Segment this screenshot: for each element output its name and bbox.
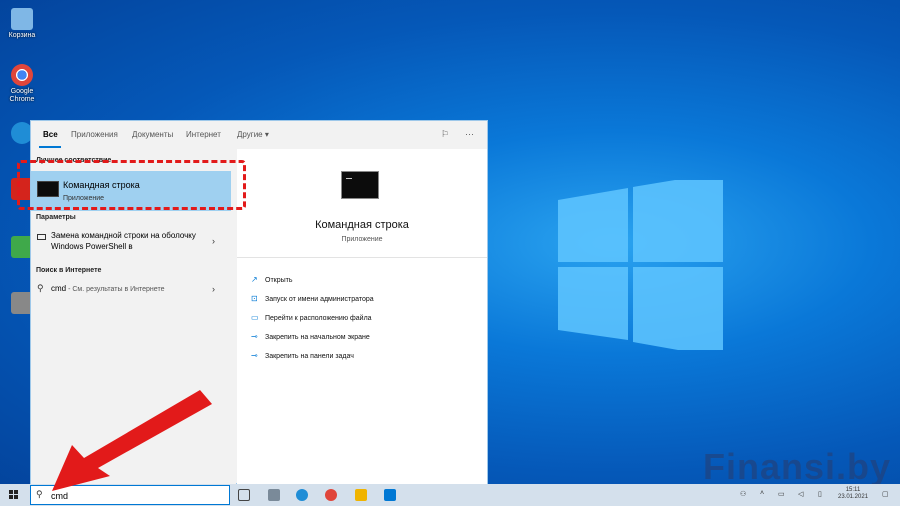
action-label: Запуск от имени администратора — [265, 296, 374, 303]
preview-subtitle: Приложение — [341, 236, 383, 243]
tab-all[interactable]: Все — [43, 130, 58, 139]
action-pin-start[interactable]: ⊸ Закрепить на начальном экране — [251, 332, 370, 341]
web-search-header: Поиск в Интернете — [36, 267, 102, 274]
notifications-icon[interactable]: ▢ — [882, 490, 889, 498]
tab-apps[interactable]: Приложения — [71, 130, 118, 139]
tab-internet[interactable]: Интернет — [186, 130, 221, 139]
chevron-right-icon: › — [212, 236, 215, 246]
tab-other-label: Другие — [237, 130, 263, 139]
feedback-icon[interactable]: ⚐ — [441, 129, 449, 140]
volume-icon[interactable]: ◁ — [798, 490, 803, 498]
divider — [237, 257, 487, 258]
watermark: Finansi.by — [703, 446, 892, 487]
clock[interactable]: 15:11 23.01.2021 — [838, 487, 868, 501]
action-open[interactable]: ↗ Открыть — [251, 275, 293, 284]
action-label: Закрепить на начальном экране — [265, 334, 370, 341]
admin-icon: ⊡ — [251, 294, 258, 303]
start-button[interactable] — [9, 490, 19, 500]
results-pane: Лучшее соответствие Командная строка При… — [31, 149, 236, 484]
store-icon[interactable] — [384, 489, 396, 501]
recycle-bin-icon[interactable]: Корзина — [5, 8, 39, 40]
language-icon[interactable]: ▯ — [818, 490, 822, 498]
chrome-icon[interactable] — [325, 489, 337, 501]
web-search-item[interactable]: ⚲ cmd - См. результаты в Интернете › — [31, 281, 231, 299]
chevron-right-icon: › — [212, 284, 215, 294]
preview-pane: Командная строка Приложение ↗ Открыть ⊡ За… — [237, 149, 487, 484]
action-run-as-admin[interactable]: ⊡ Запуск от имени администратора — [251, 294, 374, 303]
task-view-icon[interactable] — [238, 489, 250, 501]
tab-documents[interactable]: Документы — [132, 130, 173, 139]
folder-icon: ▭ — [251, 313, 259, 322]
param-item[interactable]: Замена командной строки на оболочку Wind… — [31, 229, 231, 257]
search-icon: ⚲ — [37, 283, 44, 293]
param-item-label: Замена командной строки на оболочку Wind… — [51, 231, 196, 251]
tab-other[interactable]: Другие ▾ — [237, 130, 269, 139]
web-suffix: - См. результаты в Интернете — [66, 286, 165, 293]
more-options-icon[interactable]: ··· — [465, 129, 474, 139]
action-label: Закрепить на панели задач — [265, 353, 354, 360]
best-match-header: Лучшее соответствие — [36, 157, 112, 164]
edge-icon[interactable] — [296, 489, 308, 501]
params-header: Параметры — [36, 214, 76, 221]
windows-logo-wallpaper — [558, 180, 723, 350]
pin-icon: ⊸ — [251, 351, 258, 360]
chrome-icon[interactable]: Google Chrome — [5, 64, 39, 104]
search-icon: ⚲ — [36, 489, 43, 499]
chevron-up-icon[interactable]: ˄ — [760, 490, 764, 497]
cmd-large-icon — [341, 171, 379, 199]
open-icon: ↗ — [251, 275, 258, 284]
search-value: cmd — [51, 491, 69, 501]
user-icon[interactable]: ⚇ — [740, 490, 746, 498]
network-icon[interactable]: ▭ — [778, 490, 785, 498]
search-tabs: Все Приложения Документы Интернет Другие… — [31, 121, 487, 149]
start-menu: Все Приложения Документы Интернет Другие… — [30, 120, 488, 484]
action-open-location[interactable]: ▭ Перейти к расположению файла — [251, 313, 372, 322]
action-label: Перейти к расположению файла — [265, 315, 372, 322]
best-match-subtitle: Приложение — [63, 195, 105, 202]
taskbar: ⚲ cmd ⚇ ˄ ▭ ◁ ▯ 15:11 23.01.2021 ▢ — [0, 484, 900, 506]
action-pin-taskbar[interactable]: ⊸ Закрепить на панели задач — [251, 351, 354, 360]
web-query: cmd — [51, 284, 67, 293]
desktop-icon-label: Корзина — [8, 32, 36, 39]
clock-time: 15:11 — [845, 487, 861, 493]
clock-date: 23.01.2021 — [838, 494, 869, 500]
preview-title: Командная строка — [315, 219, 409, 231]
desktop-icon-label: Google Chrome — [9, 88, 35, 103]
active-tab-indicator — [39, 146, 61, 148]
best-match-title: Командная строка — [63, 180, 140, 190]
app-icon[interactable] — [268, 489, 280, 501]
action-label: Открыть — [265, 277, 293, 284]
cmd-icon — [37, 181, 59, 197]
explorer-icon[interactable] — [355, 489, 367, 501]
search-input[interactable]: ⚲ cmd — [30, 485, 230, 505]
best-match-item[interactable]: Командная строка Приложение — [31, 171, 231, 211]
pin-icon: ⊸ — [251, 332, 258, 341]
display-icon — [37, 234, 46, 240]
